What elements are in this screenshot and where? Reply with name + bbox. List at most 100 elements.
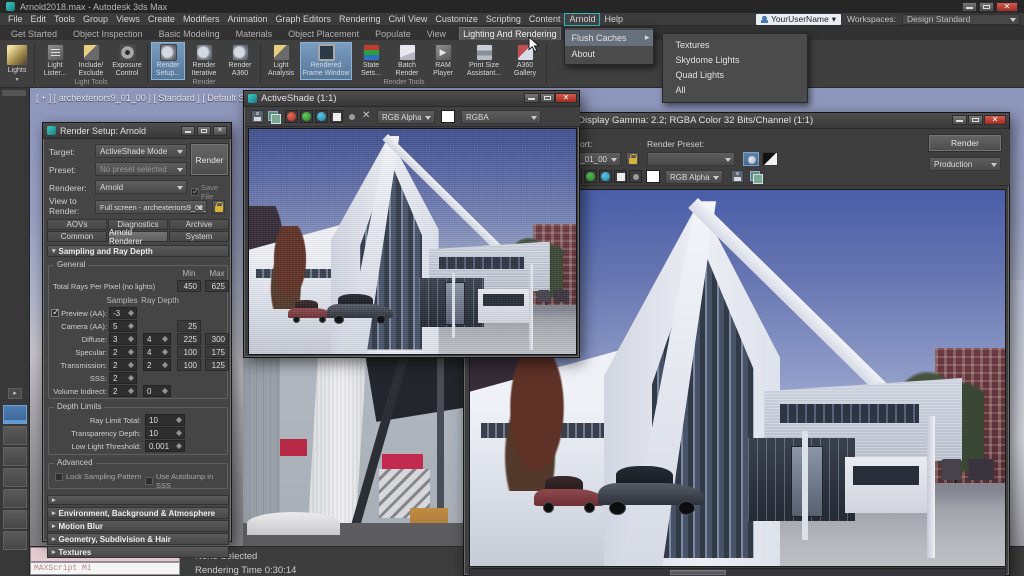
batch-render-button[interactable]: Batch Render [390, 42, 424, 80]
strip-handle[interactable] [2, 90, 26, 96]
rfw-alpha-button[interactable] [629, 170, 642, 183]
tab-materials[interactable]: Materials [233, 28, 276, 40]
as-red-channel-button[interactable] [285, 110, 298, 123]
autobump-sss-checkbox[interactable]: Use Autobump in SSS [145, 472, 227, 490]
close-button[interactable] [996, 2, 1018, 12]
viewport-label[interactable]: [ + ] [ archexteriors9_01_00 ] [ Standar… [36, 93, 276, 103]
sss-samples[interactable]: 2 [109, 372, 137, 384]
as-clear-button[interactable]: ✕ [362, 110, 370, 121]
renderer-dropdown[interactable]: Arnold [95, 180, 187, 194]
rfw-blue-channel-button[interactable] [599, 170, 612, 183]
rfw-mode-dropdown[interactable]: Production [929, 157, 1001, 171]
menu-animation[interactable]: Animation [223, 13, 271, 26]
preview-aa-samples[interactable]: -3 [109, 307, 137, 319]
checkbox-icon[interactable] [51, 309, 59, 317]
menu-scripting[interactable]: Scripting [482, 13, 525, 26]
maximize-button[interactable] [979, 2, 994, 12]
strip-button-3[interactable] [3, 447, 27, 466]
as-clone-button[interactable] [267, 110, 280, 123]
menu-rendering[interactable]: Rendering [335, 13, 385, 26]
tab-get-started[interactable]: Get Started [8, 28, 60, 40]
as-mono-button[interactable] [330, 110, 343, 123]
target-dropdown[interactable]: ActiveShade Mode [95, 144, 187, 158]
menu-create[interactable]: Create [144, 13, 179, 26]
menu-file[interactable]: File [4, 13, 27, 26]
rfw-color-swatch[interactable] [646, 170, 660, 183]
tab-system[interactable]: System [169, 231, 229, 242]
preset-dropdown[interactable]: No preset selected [95, 162, 187, 176]
as-blue-channel-button[interactable] [315, 110, 328, 123]
transmission-samples[interactable]: 2 [109, 359, 137, 371]
strip-button-6[interactable] [3, 510, 27, 529]
user-account-chip[interactable]: YourUserName ▾ [756, 14, 841, 25]
activeshade-minimize-button[interactable] [524, 93, 539, 103]
state-sets-button[interactable]: State Sets... [354, 42, 388, 80]
rfw-maximize-button[interactable] [968, 115, 983, 125]
strip-button-4[interactable] [3, 468, 27, 487]
rfw-render-settings-button[interactable] [743, 152, 759, 166]
rfw-lock-button[interactable] [626, 152, 639, 166]
rollout-environment[interactable]: ▸Environment, Background & Atmosphere [47, 507, 229, 519]
menu-edit[interactable]: Edit [27, 13, 51, 26]
menu-group[interactable]: Group [79, 13, 112, 26]
as-alpha-button[interactable] [345, 110, 358, 123]
tab-common[interactable]: Common [47, 231, 107, 242]
rfw-channel-dropdown[interactable]: RGB Alpha [665, 170, 723, 184]
render-button[interactable]: Render [191, 144, 228, 175]
tab-populate[interactable]: Populate [372, 28, 414, 40]
menu-views[interactable]: Views [112, 13, 144, 26]
tab-view[interactable]: View [424, 28, 449, 40]
specular-samples[interactable]: 2 [109, 346, 137, 358]
rfw-close-button[interactable] [984, 115, 1006, 125]
tab-object-placement[interactable]: Object Placement [285, 28, 362, 40]
as-green-channel-button[interactable] [300, 110, 313, 123]
menu-civil-view[interactable]: Civil View [385, 13, 432, 26]
menu-item-about[interactable]: About [565, 46, 653, 62]
save-file-checkbox[interactable]: Save File [191, 183, 231, 201]
lights-button[interactable]: Lights ▾ [2, 42, 32, 86]
rs-close-button[interactable]: ✕ [213, 126, 227, 136]
diffuse-ray-depth[interactable]: 4 [143, 333, 171, 345]
light-analysis-button[interactable]: Light Analysis [264, 42, 298, 80]
print-size-assistant-button[interactable]: Print Size Assistant... [462, 42, 506, 80]
submenu-item-textures[interactable]: Textures [663, 38, 807, 53]
submenu-item-all[interactable]: All [663, 83, 807, 98]
strip-button-7[interactable] [3, 531, 27, 550]
preview-aa-row[interactable]: Preview (AA): [49, 309, 107, 318]
maxscript-mini-listener[interactable]: MAXScript Mi [30, 562, 180, 575]
menu-content[interactable]: Content [525, 13, 565, 26]
as-display-dropdown[interactable]: RGBA [461, 110, 541, 124]
activeshade-maximize-button[interactable] [540, 93, 555, 103]
specular-ray-depth[interactable]: 4 [143, 346, 171, 358]
render-setup-button[interactable]: Render Setup... [151, 42, 185, 80]
as-color-swatch[interactable] [441, 110, 455, 123]
rfw-green-channel-button[interactable] [584, 170, 597, 183]
menu-arnold[interactable]: Arnold Flush Caches About Textures Skydo… [564, 13, 600, 26]
rfw-scrollbar-thumb[interactable] [670, 570, 726, 575]
workspace-dropdown[interactable]: Design Standard [902, 14, 1020, 25]
strip-expand-arrow[interactable]: ▸ [8, 388, 22, 399]
rollout-sampling[interactable]: ▾Sampling and Ray Depth [47, 245, 229, 257]
rollout-textures[interactable]: ▸Textures [47, 546, 229, 558]
ram-player-button[interactable]: RAM Player [426, 42, 460, 80]
volume-samples[interactable]: 2 [109, 385, 137, 397]
diffuse-samples[interactable]: 3 [109, 333, 137, 345]
menu-customize[interactable]: Customize [431, 13, 482, 26]
tab-archive[interactable]: Archive [169, 219, 229, 230]
rfw-save-image-button[interactable] [731, 170, 744, 183]
menu-modifiers[interactable]: Modifiers [179, 13, 224, 26]
transmission-ray-depth[interactable]: 2 [143, 359, 171, 371]
render-a360-button[interactable]: Render A360 [223, 42, 257, 80]
as-save-image-button[interactable] [251, 110, 264, 123]
ray-limit-total[interactable]: 10 [145, 414, 185, 426]
as-channel-dropdown[interactable]: RGB Alpha [377, 110, 435, 124]
rfw-mono-button[interactable] [614, 170, 627, 183]
strip-button-1[interactable] [3, 405, 27, 424]
rfw-minimize-button[interactable] [952, 115, 967, 125]
tab-lighting-and-rendering[interactable]: Lighting And Rendering [459, 27, 561, 40]
tab-arnold-renderer[interactable]: Arnold Renderer [108, 231, 168, 242]
rollout-unnamed[interactable]: ▸ [47, 495, 229, 505]
camera-aa-samples[interactable]: 5 [109, 320, 137, 332]
minimize-button[interactable] [962, 2, 977, 12]
transparency-depth[interactable]: 10 [145, 427, 185, 439]
